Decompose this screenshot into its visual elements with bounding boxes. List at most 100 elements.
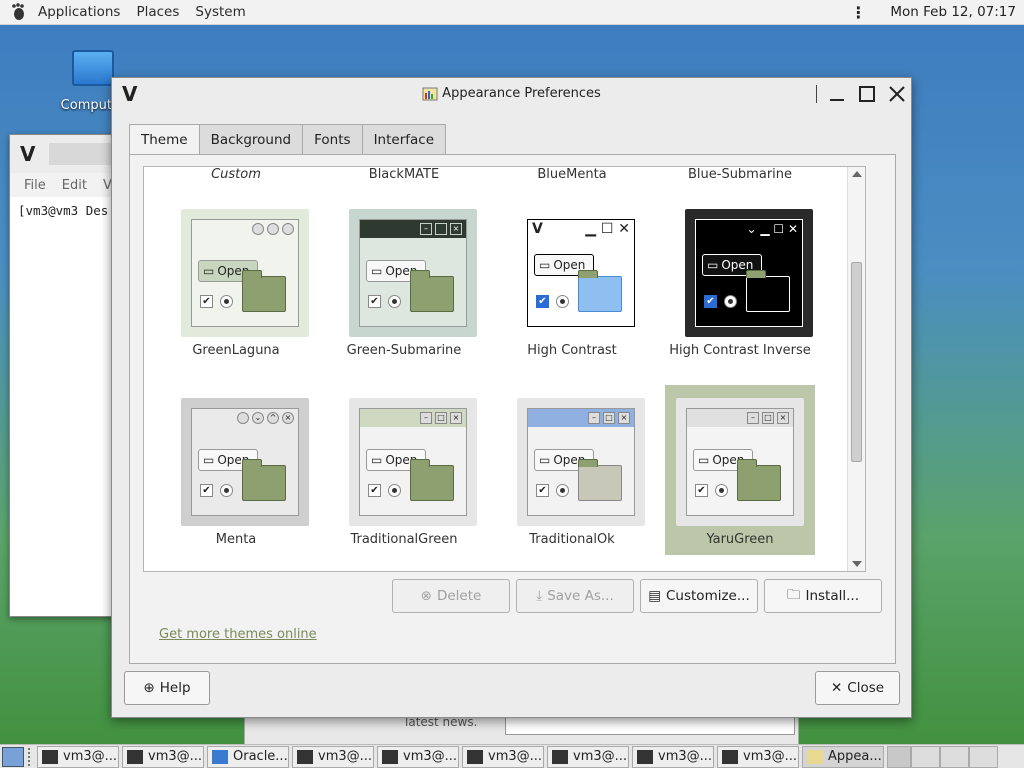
folder-icon: ▭ bbox=[707, 258, 719, 272]
theme-item-high-contrast-inverse[interactable]: ⌄ ▁ ☐ ✕ ▭ Open ✔ High Contrast Inverse bbox=[656, 207, 824, 377]
scrollbar-thumb[interactable] bbox=[851, 262, 862, 462]
workspace-4[interactable] bbox=[969, 745, 998, 768]
theme-preview: ▭ Open ✔ bbox=[181, 209, 309, 337]
oracle-icon bbox=[212, 749, 228, 764]
theme-preview: – × ▭ Open ✔ bbox=[349, 209, 477, 337]
theme-item-high-contrast[interactable]: V ▁ ☐ ✕ ▭ Open ✔ High Contrast bbox=[488, 207, 656, 377]
save-icon: ⤓ bbox=[536, 588, 543, 604]
save-as-button[interactable]: ⤓ Save As... bbox=[516, 579, 634, 613]
show-desktop-icon[interactable] bbox=[2, 746, 24, 767]
taskbar: vm3@... vm3@... Oracle... vm3@... vm3@..… bbox=[0, 744, 1024, 768]
theme-item-greenlaguna[interactable]: ▭ Open ✔ GreenLaguna bbox=[152, 207, 320, 377]
taskbar-item[interactable]: vm3@... bbox=[547, 745, 629, 768]
theme-preview: ⌄ ▁ ☐ ✕ ▭ Open ✔ bbox=[685, 209, 813, 337]
scroll-up-icon[interactable] bbox=[852, 171, 862, 177]
terminal-icon bbox=[552, 749, 568, 764]
minimize-icon[interactable] bbox=[824, 81, 850, 107]
taskbar-item[interactable]: vm3@... bbox=[717, 745, 799, 768]
folder-icon: ▭ bbox=[203, 453, 215, 467]
customize-button[interactable]: ▤ Customize... bbox=[640, 579, 758, 613]
tab-bar: Theme Background Fonts Interface bbox=[129, 124, 447, 155]
tab-theme[interactable]: Theme bbox=[129, 124, 200, 155]
install-button[interactable]: 🗀 Install... bbox=[764, 579, 882, 613]
workspace-1[interactable] bbox=[887, 745, 911, 768]
tab-interface[interactable]: Interface bbox=[361, 124, 447, 154]
places-menu[interactable]: Places bbox=[128, 4, 187, 20]
taskbar-item[interactable]: vm3@... bbox=[462, 745, 544, 768]
system-menu[interactable]: System bbox=[187, 4, 253, 20]
taskbar-item[interactable]: vm3@... bbox=[37, 745, 119, 768]
terminal-edit-menu[interactable]: Edit bbox=[62, 178, 87, 193]
appearance-icon bbox=[807, 749, 823, 764]
theme-item-custom[interactable]: Custom bbox=[152, 167, 320, 182]
taskbar-item[interactable]: Oracle... bbox=[207, 745, 289, 768]
terminal-file-menu[interactable]: File bbox=[24, 178, 46, 193]
folder-icon: ▭ bbox=[539, 258, 551, 272]
theme-preview: ⌄ ^ × ▭ Open ✔ bbox=[181, 398, 309, 526]
taskbar-item[interactable]: vm3@... bbox=[292, 745, 374, 768]
folder-icon: ▭ bbox=[371, 453, 383, 467]
theme-item-menta[interactable]: ⌄ ^ × ▭ Open ✔ Menta bbox=[152, 396, 320, 566]
tab-background[interactable]: Background bbox=[198, 124, 304, 154]
theme-item-bluementa[interactable]: BlueMenta bbox=[488, 167, 656, 182]
theme-preview: V ▁ ☐ ✕ ▭ Open ✔ bbox=[517, 209, 645, 337]
gnome-foot-icon[interactable] bbox=[8, 1, 30, 23]
dialog-titlebar[interactable]: V Appearance Preferences bbox=[112, 78, 911, 110]
workspace-3[interactable] bbox=[940, 745, 969, 768]
theme-label: Green-Submarine bbox=[346, 343, 462, 358]
theme-label: TraditionalOk bbox=[529, 532, 615, 547]
terminal-icon bbox=[722, 749, 738, 764]
appearance-preferences-dialog: V Appearance Preferences Theme Backgroun… bbox=[111, 77, 912, 718]
workspace-2[interactable] bbox=[911, 745, 940, 768]
monitor-icon bbox=[72, 50, 114, 86]
close-window-icon[interactable] bbox=[884, 81, 910, 107]
theme-label: YaruGreen bbox=[706, 532, 774, 547]
dialog-title: Appearance Preferences bbox=[442, 86, 601, 101]
terminal-icon bbox=[297, 749, 313, 764]
folder-icon: ▭ bbox=[371, 264, 383, 278]
top-panel: Applications Places System ⋮ Mon Feb 12,… bbox=[0, 0, 1024, 25]
terminal-icon bbox=[127, 749, 143, 764]
theme-label: Menta bbox=[215, 532, 257, 547]
help-button[interactable]: ⊕ Help bbox=[124, 671, 210, 705]
theme-grid[interactable]: Custom BlackMATE BlueMenta Blue-Submarin… bbox=[143, 166, 866, 572]
taskbar-item[interactable]: vm3@... bbox=[122, 745, 204, 768]
theme-label: TraditionalGreen bbox=[350, 532, 458, 547]
delete-button[interactable]: ⊗ Delete bbox=[392, 579, 510, 613]
folder-icon: ▭ bbox=[203, 264, 215, 278]
theme-label: High Contrast Inverse bbox=[669, 343, 811, 358]
folder-open-icon: 🗀 bbox=[786, 586, 801, 603]
kebab-menu-icon[interactable]: ⋮ bbox=[850, 3, 866, 22]
theme-preview: – □ × ▭ Open ✔ bbox=[676, 398, 804, 526]
terminal-wm-icon: V bbox=[20, 142, 36, 166]
theme-item-green-submarine[interactable]: – × ▭ Open ✔ Green-Submarine bbox=[320, 207, 488, 377]
taskbar-item[interactable]: vm3@... bbox=[632, 745, 714, 768]
appearance-icon bbox=[422, 87, 438, 100]
theme-item-traditionalok[interactable]: – □ × ▭ Open ✔ TraditionalOk bbox=[488, 396, 656, 566]
background-window: latest news. bbox=[244, 715, 799, 745]
folder-icon: ▭ bbox=[698, 453, 710, 467]
help-icon: ⊕ bbox=[143, 680, 155, 696]
theme-item-yarugreen[interactable]: – □ × ▭ Open ✔ YaruGreen bbox=[665, 385, 815, 555]
terminal-icon bbox=[382, 749, 398, 764]
theme-label: High Contrast bbox=[527, 343, 617, 358]
theme-item-traditionalgreen[interactable]: – □ × ▭ Open ✔ TraditionalGreen bbox=[320, 396, 488, 566]
taskbar-item[interactable]: vm3@... bbox=[377, 745, 459, 768]
folder-icon: ▭ bbox=[539, 453, 551, 467]
scroll-down-icon[interactable] bbox=[852, 561, 862, 567]
terminal-icon bbox=[637, 749, 653, 764]
tab-fonts[interactable]: Fonts bbox=[302, 124, 363, 154]
close-icon: ✕ bbox=[830, 680, 843, 696]
get-more-themes-link[interactable]: Get more themes online bbox=[159, 627, 317, 642]
clock[interactable]: Mon Feb 12, 07:17 bbox=[890, 4, 1016, 20]
applications-menu[interactable]: Applications bbox=[30, 4, 128, 20]
taskbar-item-appearance[interactable]: Appea... bbox=[802, 745, 884, 768]
theme-item-blackmate[interactable]: BlackMATE bbox=[320, 167, 488, 182]
theme-label: GreenLaguna bbox=[192, 343, 280, 358]
maximize-icon[interactable] bbox=[854, 81, 880, 107]
terminal-icon bbox=[467, 749, 483, 764]
customize-icon: ▤ bbox=[648, 588, 661, 604]
theme-grid-scrollbar[interactable] bbox=[847, 167, 865, 571]
theme-item-blue-submarine[interactable]: Blue-Submarine bbox=[656, 167, 824, 182]
close-button[interactable]: ✕ Close bbox=[815, 671, 900, 705]
